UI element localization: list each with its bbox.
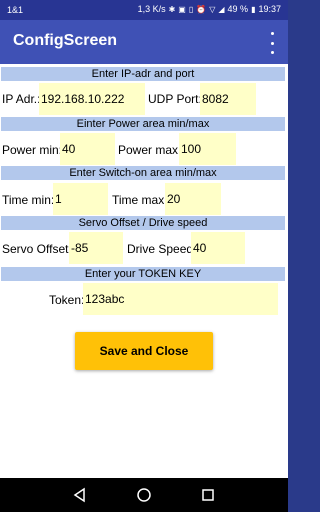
signal-icon: ◢ xyxy=(218,4,225,14)
app-bar: ConfigScreen xyxy=(0,20,288,64)
back-icon[interactable] xyxy=(72,487,88,503)
section-header-power: Einter Power area min/max xyxy=(1,117,285,131)
time-max-input[interactable] xyxy=(165,183,221,215)
more-vert-icon[interactable] xyxy=(266,32,278,54)
wifi-icon: ▽ xyxy=(209,4,216,14)
token-input[interactable] xyxy=(83,283,278,315)
ip-address-label: IP Adr.: xyxy=(2,92,41,106)
servo-offset-label: Servo Offset: xyxy=(2,242,72,256)
alarm-icon: ⏰ xyxy=(196,4,207,14)
token-label: Token: xyxy=(49,293,85,307)
recents-icon[interactable] xyxy=(200,487,216,503)
app-title: ConfigScreen xyxy=(13,32,118,49)
ip-address-input[interactable] xyxy=(39,83,145,115)
status-bar: 1&1 1,3 K/s ✱ ▣ ▯ ⏰ ▽ ◢ 49 % ▮ 19:37 xyxy=(0,0,288,20)
section-header-token: Enter your TOKEN KEY xyxy=(1,267,285,281)
section-header-servo: Servo Offset / Drive speed xyxy=(1,216,285,230)
battery-icon: ▮ xyxy=(251,4,256,14)
time-min-label: Time min: xyxy=(2,193,55,207)
power-min-label: Power min: xyxy=(2,143,63,157)
net-speed: 1,3 K/s xyxy=(137,4,166,14)
time-max-label: Time max: xyxy=(112,193,168,207)
section-header-ip-port: Enter IP-adr and port xyxy=(1,67,285,81)
bluetooth-icon: ✱ xyxy=(168,4,176,14)
config-form: Enter IP-adr and port IP Adr.: UDP Port:… xyxy=(0,64,288,478)
nfc-icon: ▣ xyxy=(178,4,186,14)
vibrate-icon: ▯ xyxy=(188,4,194,14)
udp-port-input[interactable] xyxy=(200,83,256,115)
battery-percent: 49 % xyxy=(227,4,249,14)
power-min-input[interactable] xyxy=(60,133,115,165)
save-and-close-button[interactable]: Save and Close xyxy=(75,332,213,370)
navigation-bar xyxy=(0,478,288,512)
power-max-label: Power max: xyxy=(118,143,182,157)
drive-speed-input[interactable] xyxy=(191,232,245,264)
carrier-name: 1&1 xyxy=(7,5,24,15)
udp-port-label: UDP Port: xyxy=(148,92,202,106)
power-max-input[interactable] xyxy=(179,133,236,165)
section-header-switch-on: Enter Switch-on area min/max xyxy=(1,166,285,180)
servo-offset-input[interactable] xyxy=(69,232,123,264)
home-icon[interactable] xyxy=(136,487,152,503)
drive-speed-label: Drive Speed: xyxy=(127,242,197,256)
time-min-input[interactable] xyxy=(53,183,108,215)
clock: 19:37 xyxy=(258,4,281,14)
